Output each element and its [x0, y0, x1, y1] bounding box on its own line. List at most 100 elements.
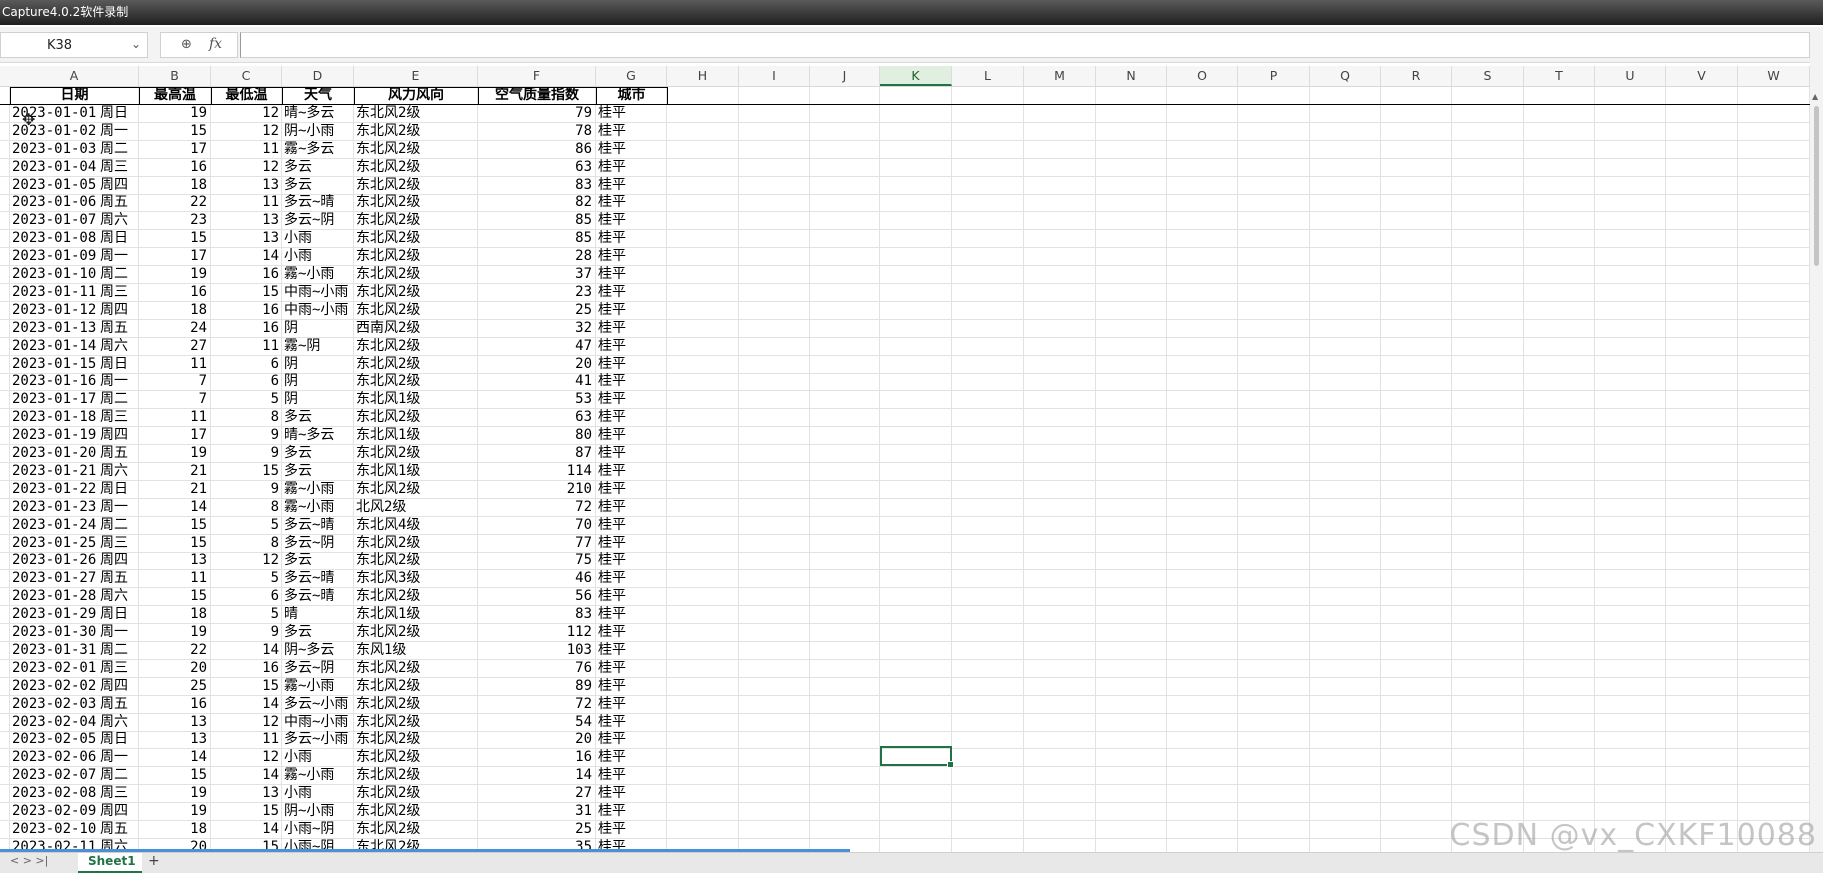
date-cell[interactable]: 2023-01-14 — [12, 338, 102, 355]
wind-cell[interactable]: 东北风4级 — [356, 517, 476, 534]
zoom-icon[interactable]: ⊕ — [181, 37, 192, 52]
high-temp-cell[interactable]: 13 — [139, 714, 207, 731]
low-temp-cell[interactable]: 14 — [211, 696, 279, 713]
wind-cell[interactable]: 东北风2级 — [356, 803, 476, 820]
high-temp-cell[interactable]: 19 — [139, 445, 207, 462]
scroll-up-icon[interactable]: ▲ — [1812, 92, 1818, 101]
aqi-cell[interactable]: 16 — [478, 749, 592, 766]
weekday-cell[interactable]: 周五 — [100, 696, 138, 713]
weather-cell[interactable]: 多云~阴 — [284, 535, 353, 552]
wind-cell[interactable]: 东北风2级 — [356, 535, 476, 552]
aqi-cell[interactable]: 27 — [478, 785, 592, 802]
weather-cell[interactable]: 多云 — [284, 409, 353, 426]
weekday-cell[interactable]: 周二 — [100, 517, 138, 534]
date-cell[interactable]: 2023-02-05 — [12, 731, 102, 748]
aqi-cell[interactable]: 28 — [478, 248, 592, 265]
date-cell[interactable]: 2023-01-31 — [12, 642, 102, 659]
aqi-cell[interactable]: 89 — [478, 678, 592, 695]
column-header-e[interactable]: E — [354, 66, 478, 86]
high-temp-cell[interactable]: 14 — [139, 499, 207, 516]
date-cell[interactable]: 2023-01-22 — [12, 481, 102, 498]
weekday-cell[interactable]: 周日 — [100, 105, 138, 122]
high-temp-cell[interactable]: 13 — [139, 552, 207, 569]
aqi-cell[interactable]: 210 — [478, 481, 592, 498]
date-cell[interactable]: 2023-01-30 — [12, 624, 102, 641]
aqi-cell[interactable]: 47 — [478, 338, 592, 355]
date-cell[interactable]: 2023-02-01 — [12, 660, 102, 677]
wind-cell[interactable]: 东北风2级 — [356, 105, 476, 122]
column-header-l[interactable]: L — [952, 66, 1024, 86]
weather-cell[interactable]: 中雨~小雨 — [284, 284, 353, 301]
high-temp-cell[interactable]: 18 — [139, 821, 207, 838]
date-cell[interactable]: 2023-01-19 — [12, 427, 102, 444]
aqi-cell[interactable]: 54 — [478, 714, 592, 731]
low-temp-cell[interactable]: 6 — [211, 373, 279, 390]
weekday-cell[interactable]: 周三 — [100, 660, 138, 677]
aqi-cell[interactable]: 25 — [478, 302, 592, 319]
aqi-cell[interactable]: 75 — [478, 552, 592, 569]
column-header-t[interactable]: T — [1524, 66, 1595, 86]
weather-cell[interactable]: 晴~多云 — [284, 427, 353, 444]
wind-cell[interactable]: 东北风1级 — [356, 463, 476, 480]
weekday-cell[interactable]: 周日 — [100, 230, 138, 247]
city-cell[interactable]: 桂平 — [598, 212, 664, 229]
city-cell[interactable]: 桂平 — [598, 660, 664, 677]
date-cell[interactable]: 2023-01-21 — [12, 463, 102, 480]
header-cell[interactable]: 最低温 — [211, 87, 282, 104]
date-cell[interactable]: 2023-02-02 — [12, 678, 102, 695]
aqi-cell[interactable]: 31 — [478, 803, 592, 820]
weekday-cell[interactable]: 周五 — [100, 194, 138, 211]
date-cell[interactable]: 2023-01-10 — [12, 266, 102, 283]
weekday-cell[interactable]: 周日 — [100, 731, 138, 748]
high-temp-cell[interactable]: 15 — [139, 517, 207, 534]
wind-cell[interactable]: 东北风2级 — [356, 767, 476, 784]
aqi-cell[interactable]: 53 — [478, 391, 592, 408]
high-temp-cell[interactable]: 17 — [139, 427, 207, 444]
date-cell[interactable]: 2023-01-07 — [12, 212, 102, 229]
aqi-cell[interactable]: 112 — [478, 624, 592, 641]
wind-cell[interactable]: 东北风2级 — [356, 248, 476, 265]
weather-cell[interactable]: 多云~阴 — [284, 660, 353, 677]
low-temp-cell[interactable]: 15 — [211, 284, 279, 301]
date-cell[interactable]: 2023-02-09 — [12, 803, 102, 820]
weather-cell[interactable]: 阴~小雨 — [284, 123, 353, 140]
aqi-cell[interactable]: 85 — [478, 230, 592, 247]
weekday-cell[interactable]: 周二 — [100, 767, 138, 784]
high-temp-cell[interactable]: 19 — [139, 803, 207, 820]
high-temp-cell[interactable]: 20 — [139, 660, 207, 677]
weather-cell[interactable]: 多云 — [284, 159, 353, 176]
high-temp-cell[interactable]: 27 — [139, 338, 207, 355]
high-temp-cell[interactable]: 16 — [139, 159, 207, 176]
date-cell[interactable]: 2023-02-08 — [12, 785, 102, 802]
weather-cell[interactable]: 阴 — [284, 320, 353, 337]
high-temp-cell[interactable]: 16 — [139, 284, 207, 301]
high-temp-cell[interactable]: 22 — [139, 194, 207, 211]
weather-cell[interactable]: 小雨 — [284, 749, 353, 766]
weekday-cell[interactable]: 周五 — [100, 821, 138, 838]
weekday-cell[interactable]: 周五 — [100, 320, 138, 337]
wind-cell[interactable]: 东北风2级 — [356, 373, 476, 390]
high-temp-cell[interactable]: 17 — [139, 141, 207, 158]
weekday-cell[interactable]: 周日 — [100, 481, 138, 498]
add-sheet-icon[interactable]: + — [148, 853, 160, 869]
wind-cell[interactable]: 东北风2级 — [356, 785, 476, 802]
column-header-g[interactable]: G — [596, 66, 667, 86]
weather-cell[interactable]: 阴~多云 — [284, 642, 353, 659]
column-header-n[interactable]: N — [1096, 66, 1167, 86]
city-cell[interactable]: 桂平 — [598, 391, 664, 408]
city-cell[interactable]: 桂平 — [598, 159, 664, 176]
weather-cell[interactable]: 多云~小雨 — [284, 696, 353, 713]
wind-cell[interactable]: 东北风2级 — [356, 678, 476, 695]
weekday-cell[interactable]: 周四 — [100, 803, 138, 820]
weather-cell[interactable]: 霧~多云 — [284, 141, 353, 158]
high-temp-cell[interactable]: 21 — [139, 463, 207, 480]
column-header-i[interactable]: I — [739, 66, 810, 86]
date-cell[interactable]: 2023-01-12 — [12, 302, 102, 319]
name-box[interactable]: K38 ⌄ — [0, 32, 148, 58]
aqi-cell[interactable]: 46 — [478, 570, 592, 587]
city-cell[interactable]: 桂平 — [598, 141, 664, 158]
date-cell[interactable]: 2023-01-26 — [12, 552, 102, 569]
low-temp-cell[interactable]: 16 — [211, 660, 279, 677]
aqi-cell[interactable]: 20 — [478, 731, 592, 748]
high-temp-cell[interactable]: 16 — [139, 696, 207, 713]
